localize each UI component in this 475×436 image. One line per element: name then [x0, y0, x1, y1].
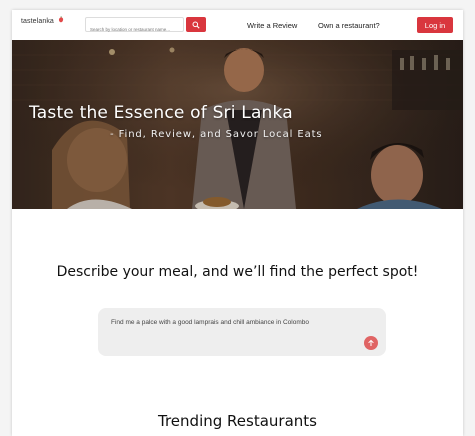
write-review-link[interactable]: Write a Review — [247, 21, 297, 30]
search-field[interactable] — [85, 17, 184, 36]
logo-text[interactable]: tastelanka — [21, 18, 54, 25]
hero-subtitle: - Find, Review, and Savor Local Eats — [110, 129, 323, 140]
hero-banner: Taste the Essence of Sri Lanka - Find, R… — [12, 40, 463, 209]
search-icon — [192, 21, 200, 29]
hero-background-photo — [12, 40, 463, 209]
meal-query-text[interactable]: Find me a palce with a good lamprais and… — [111, 319, 309, 326]
submit-query-button[interactable] — [364, 336, 378, 350]
page-frame: tastelanka Write a Review Own a restaura… — [12, 10, 463, 436]
arrow-up-icon — [368, 339, 374, 346]
meal-query-input[interactable]: Find me a palce with a good lamprais and… — [98, 308, 386, 356]
own-restaurant-link[interactable]: Own a restaurant? — [318, 21, 380, 30]
describe-heading: Describe your meal, and we’ll find the p… — [56, 264, 419, 280]
pepper-icon — [58, 16, 64, 23]
trending-heading: Trending Restaurants — [158, 412, 317, 430]
login-button[interactable]: Log in — [417, 17, 453, 33]
search-input[interactable] — [86, 23, 182, 36]
hero-title: Taste the Essence of Sri Lanka — [29, 103, 293, 123]
search-button[interactable] — [186, 17, 206, 32]
top-navbar: tastelanka Write a Review Own a restaura… — [12, 10, 463, 40]
